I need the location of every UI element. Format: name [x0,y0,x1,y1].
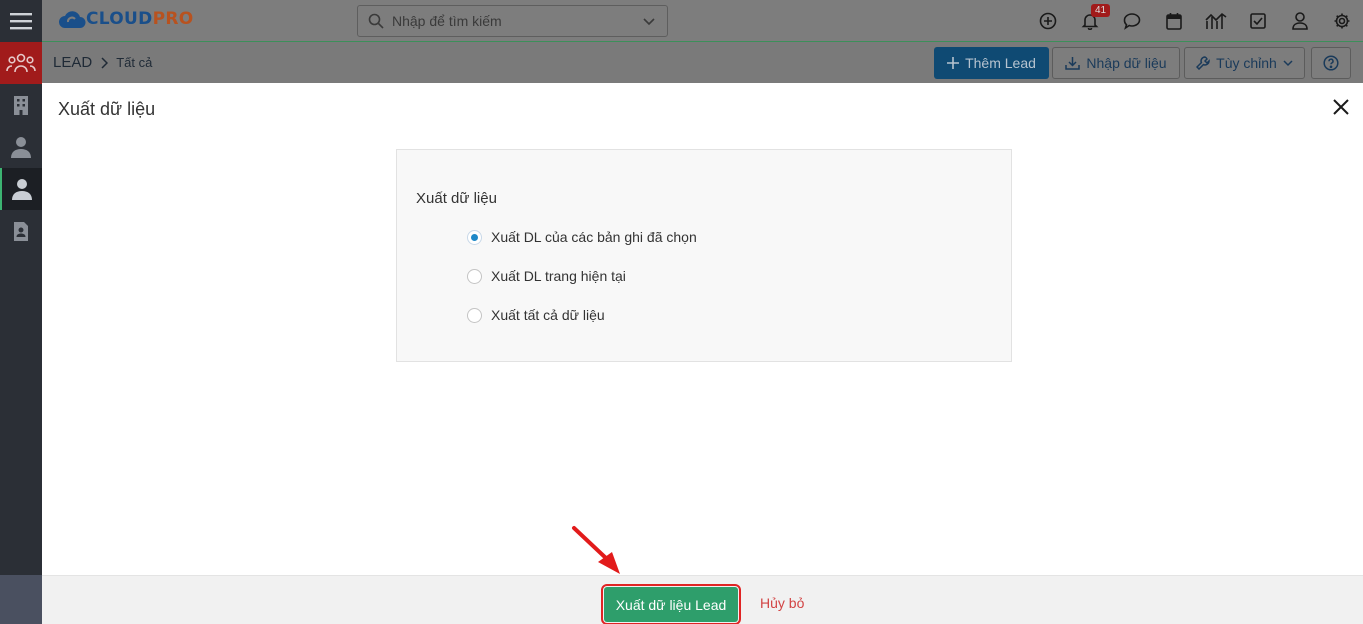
customize-button[interactable]: Tùy chỉnh [1184,47,1305,79]
users-group-icon [6,53,36,73]
sidebar-footer [0,575,42,624]
contact-icon [11,137,31,158]
radio-current-page[interactable] [467,268,482,284]
gear-icon [1334,13,1350,29]
top-header: CLOUDPRO Nhập để tìm kiếm 41 [42,0,1363,42]
calendar-button[interactable] [1153,0,1195,42]
settings-button[interactable] [1321,0,1363,42]
arrow-icon [572,526,620,574]
plus-icon [947,57,960,69]
sidebar-item-organizations[interactable] [0,84,42,126]
cancel-link[interactable]: Hủy bỏ [760,595,804,611]
modal-footer: Xuất dữ liệu Lead Hủy bỏ [42,575,1363,624]
sidebar-item-customers[interactable] [0,42,42,84]
chat-button[interactable] [1111,0,1153,42]
logo-text: CLOUD [86,9,153,29]
building-icon [14,96,28,115]
header-actions: 41 [1027,0,1363,42]
notification-badge: 41 [1091,4,1111,17]
quick-create-button[interactable] [1027,0,1069,42]
search-icon [368,13,384,29]
help-icon [1323,55,1339,71]
export-lead-button[interactable]: Xuất dữ liệu Lead [601,584,741,624]
import-data-label: Nhập dữ liệu [1086,55,1167,71]
tasks-button[interactable] [1237,0,1279,42]
radio-selected-records[interactable] [467,229,482,245]
breadcrumb-module[interactable]: LEAD [53,54,92,71]
option-label: Xuất DL của các bản ghi đã chọn [491,229,697,245]
radio-all-data[interactable] [467,307,482,323]
breadcrumb-view[interactable]: Tất cả [116,55,152,70]
sub-header: LEAD Tất cả Thêm Lead Nhập dữ liệu Tùy c… [42,43,1363,83]
customize-label: Tùy chỉnh [1216,55,1277,71]
add-lead-label: Thêm Lead [965,55,1036,71]
calendar-icon [1166,13,1182,30]
export-modal: Xuất dữ liệu Xuất dữ liệu Xuất DL của cá… [42,83,1363,624]
user-icon [1292,12,1308,30]
add-lead-button[interactable]: Thêm Lead [934,47,1049,79]
close-icon[interactable] [1331,97,1351,117]
option-current-page[interactable]: Xuất DL trang hiện tại [467,268,626,284]
sidebar-item-contacts[interactable] [0,126,42,168]
cloud-logo-icon [59,11,86,28]
menu-toggle[interactable] [0,0,42,42]
panel-title: Xuất dữ liệu [416,190,497,207]
search-input[interactable]: Nhập để tìm kiếm [392,13,502,29]
breadcrumb: LEAD Tất cả [53,54,152,71]
option-selected-records[interactable]: Xuất DL của các bản ghi đã chọn [467,229,697,245]
chevron-down-icon[interactable] [641,13,657,29]
task-icon [1250,13,1266,29]
chat-icon [1123,13,1141,30]
menu-icon [10,13,32,30]
import-data-button[interactable]: Nhập dữ liệu [1052,47,1180,79]
option-label: Xuất tất cả dữ liệu [491,307,605,323]
sidebar-item-documents[interactable] [0,210,42,252]
help-button[interactable] [1311,47,1351,79]
plus-circle-icon [1039,12,1057,30]
app-logo[interactable]: CLOUDPRO [58,8,193,30]
profile-button[interactable] [1279,0,1321,42]
download-icon [1065,57,1081,70]
option-all-data[interactable]: Xuất tất cả dữ liệu [467,307,605,323]
sidebar [0,0,42,624]
document-icon [14,222,28,241]
logo-accent-text: PRO [152,9,194,29]
export-options-panel: Xuất dữ liệu Xuất DL của các bản ghi đã … [396,149,1012,362]
chevron-down-icon [1283,60,1293,67]
reports-button[interactable] [1195,0,1237,42]
chevron-right-icon [101,56,109,69]
notifications-button[interactable]: 41 [1069,0,1111,42]
sidebar-item-leads[interactable] [0,168,42,210]
option-label: Xuất DL trang hiện tại [491,268,626,284]
chart-icon [1205,12,1227,29]
person-icon [12,179,32,200]
modal-title: Xuất dữ liệu [58,99,156,119]
wrench-icon [1196,56,1210,70]
search-box[interactable]: Nhập để tìm kiếm [357,5,668,37]
